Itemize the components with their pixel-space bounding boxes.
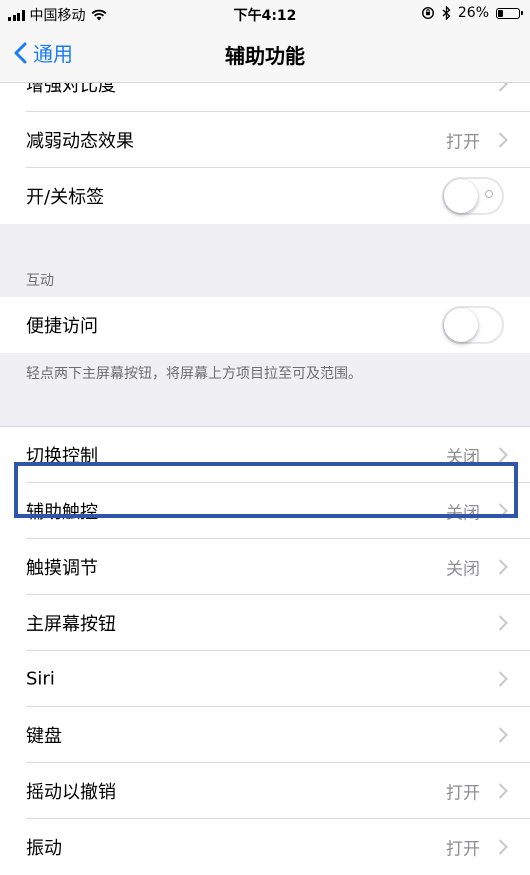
chevron-right-icon <box>498 839 508 855</box>
row-label: 辅助触控 <box>26 502 98 523</box>
group-controls: 切换控制 关闭 辅助触控 关闭 触摸调节 关闭 主屏幕按钮 Siri 键盘 摇动… <box>0 427 530 875</box>
chevron-right-icon <box>498 671 508 687</box>
row-keyboard[interactable]: 键盘 <box>0 707 530 763</box>
row-value: 关闭 <box>446 559 480 580</box>
row-on-off-labels: 开/关标签 <box>0 168 530 224</box>
off-label-icon <box>485 190 493 198</box>
row-value: 打开 <box>446 783 480 804</box>
chevron-right-icon <box>498 615 508 631</box>
row-value: 关闭 <box>446 503 480 524</box>
row-reduce-motion[interactable]: 减弱动态效果 打开 <box>0 112 530 168</box>
chevron-right-icon <box>498 727 508 743</box>
row-value: 打开 <box>446 839 480 860</box>
page-title: 辅助功能 <box>225 44 305 68</box>
row-value: 打开 <box>446 132 480 153</box>
row-label: 主屏幕按钮 <box>26 614 116 635</box>
section-header: 互动 <box>0 264 530 297</box>
row-home-button[interactable]: 主屏幕按钮 <box>0 595 530 651</box>
group-interaction: 便捷访问 <box>0 297 530 353</box>
row-label: 减弱动态效果 <box>26 131 134 152</box>
row-label: Siri <box>26 668 55 690</box>
row-reachability: 便捷访问 <box>0 297 530 353</box>
toggle-knob <box>444 179 478 213</box>
row-label: 振动 <box>26 838 62 859</box>
battery-percent: 26% <box>457 5 489 21</box>
row-label: 切换控制 <box>26 446 98 467</box>
row-label: 触摸调节 <box>26 558 98 579</box>
chevron-right-icon <box>498 447 508 463</box>
row-switch-control[interactable]: 切换控制 关闭 <box>0 427 530 483</box>
toggle-knob <box>444 308 478 342</box>
battery-icon <box>496 7 523 19</box>
back-button[interactable]: 通用 <box>14 38 73 67</box>
row-assistive-touch[interactable]: 辅助触控 关闭 <box>0 483 530 539</box>
row-label: 开/关标签 <box>26 187 105 208</box>
section-header-label: 互动 <box>26 273 54 289</box>
status-right: 26% <box>421 5 523 21</box>
row-shake-to-undo[interactable]: 摇动以撤销 打开 <box>0 763 530 819</box>
row-label: 键盘 <box>26 726 62 747</box>
on-off-labels-toggle[interactable] <box>442 177 504 215</box>
chevron-right-icon <box>498 132 508 148</box>
chevron-right-icon <box>498 783 508 799</box>
chevron-left-icon <box>14 42 27 63</box>
back-button-label: 通用 <box>33 42 73 66</box>
battery-fill <box>498 9 504 17</box>
row-vibration[interactable]: 振动 打开 <box>0 819 530 875</box>
row-label: 摇动以撤销 <box>26 782 116 803</box>
row-siri[interactable]: Siri <box>0 651 530 707</box>
rotation-lock-icon <box>421 6 434 20</box>
section-footer-text: 轻点两下主屏幕按钮，将屏幕上方项目拉至可及范围。 <box>26 366 362 382</box>
bluetooth-icon <box>442 6 451 20</box>
chevron-right-icon <box>498 559 508 575</box>
chevron-right-icon <box>498 503 508 519</box>
settings-list[interactable]: 增强对比度 减弱动态效果 打开 开/关标签 互动 便捷访问 轻点两下主屏幕按钮，… <box>0 56 530 875</box>
reachability-toggle[interactable] <box>442 306 504 344</box>
section-footer: 轻点两下主屏幕按钮，将屏幕上方项目拉至可及范围。 <box>0 353 530 427</box>
row-value: 关闭 <box>446 447 480 468</box>
row-label: 便捷访问 <box>26 316 98 337</box>
navigation-bar: 通用 辅助功能 <box>0 28 530 83</box>
status-bar: 中国移动 下午4:12 26% <box>0 0 530 28</box>
row-touch-accommodations[interactable]: 触摸调节 关闭 <box>0 539 530 595</box>
